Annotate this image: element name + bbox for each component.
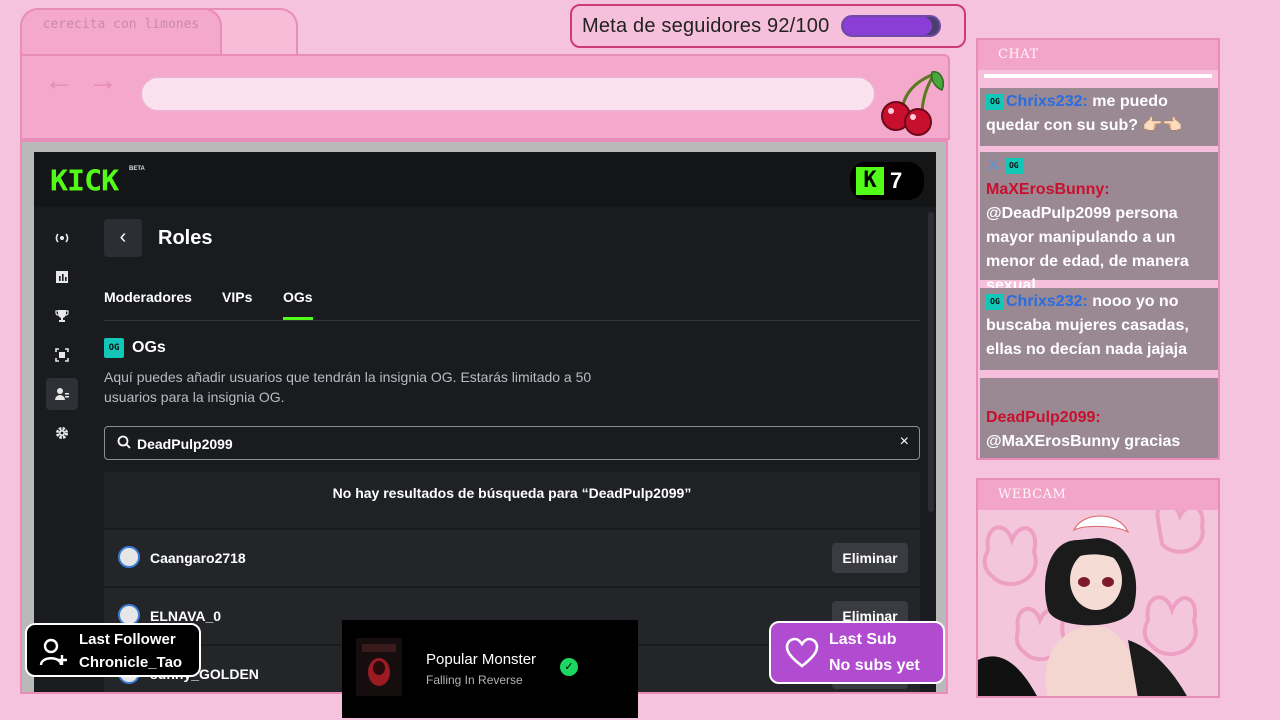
settings-icon[interactable] xyxy=(46,417,78,449)
kick-beta-label: BETA xyxy=(129,166,145,172)
og-badge-icon: OG xyxy=(104,338,124,358)
chat-username: Chrixs232: xyxy=(1006,293,1088,310)
search-input[interactable]: DeadPulp2099 × xyxy=(104,426,920,460)
follower-goal: Meta de seguidores 92/100 xyxy=(570,4,966,48)
search-icon xyxy=(117,435,131,449)
og-badge-icon: OG xyxy=(1004,157,1023,174)
stream-icon[interactable] xyxy=(46,222,78,254)
section-header: OG OGs xyxy=(104,338,166,358)
roles-icon[interactable] xyxy=(46,378,78,410)
url-bar[interactable] xyxy=(140,76,876,112)
chat-username: MaXErosBunny: xyxy=(986,181,1110,198)
search-value: DeadPulp2099 xyxy=(137,436,233,452)
kick-dashboard: KICK BETA K 7 ‹ Roles Moderadores VIPs O… xyxy=(34,152,936,692)
song-artist: Falling In Reverse xyxy=(426,673,523,687)
webcam-panel: WEBCAM xyxy=(976,478,1220,698)
trophy-icon[interactable] xyxy=(46,300,78,332)
roles-tabs: Moderadores VIPs OGs xyxy=(104,289,920,321)
chat-message: OG Chrixs232: me puedo quedar con su sub?… xyxy=(980,88,1218,146)
og-badge-icon: OG xyxy=(986,93,1004,110)
last-sub-widget: Last Sub No subs yet xyxy=(769,621,945,684)
webcam-header: WEBCAM xyxy=(978,480,1218,510)
webcam-feed xyxy=(978,510,1218,696)
browser-toolbar: ← → xyxy=(20,54,950,140)
page-title: Roles xyxy=(158,227,213,249)
cherries-icon xyxy=(881,71,944,136)
chat-divider xyxy=(984,74,1212,78)
remove-button[interactable]: Eliminar xyxy=(832,543,908,573)
no-results-message: No hay resultados de búsqueda para “Dead… xyxy=(104,472,920,528)
forward-arrow-icon[interactable]: → xyxy=(88,66,118,96)
last-follower-name: Chronicle_Tao xyxy=(79,654,183,671)
kick-window: KICK BETA K 7 ‹ Roles Moderadores VIPs O… xyxy=(20,140,948,694)
user-name: Caangaro2718 xyxy=(150,550,246,566)
chat-header: CHAT xyxy=(978,40,1218,70)
last-follower-widget: Last Follower Chronicle_Tao xyxy=(25,623,201,677)
back-arrow-icon[interactable]: ← xyxy=(44,66,74,96)
notification-badge[interactable]: K 7 xyxy=(850,162,924,200)
avatar xyxy=(118,546,140,568)
clear-search-icon[interactable]: × xyxy=(900,433,909,451)
goal-progress-bar xyxy=(841,15,942,37)
section-description: Aquí puedes añadir usuarios que tendrán … xyxy=(104,369,592,405)
now-playing-widget: Popular Monster Falling In Reverse ✓ xyxy=(342,620,638,718)
browser-tab-title: cerecita con limones xyxy=(42,17,200,32)
user-name: ELNAVA_0 xyxy=(150,608,222,624)
last-sub-value: No subs yet xyxy=(829,657,920,674)
browser-tab-active[interactable]: cerecita con limones xyxy=(20,8,222,60)
chat-text: @MaXErosBunny gracias xyxy=(986,433,1181,450)
kick-header: KICK BETA K 7 xyxy=(34,152,936,207)
scrollbar[interactable] xyxy=(928,212,934,512)
notification-count: 7 xyxy=(890,168,903,193)
album-art xyxy=(356,638,402,696)
section-title: OGs xyxy=(132,339,166,356)
analytics-icon[interactable] xyxy=(46,261,78,293)
kick-k-icon: K xyxy=(856,167,884,195)
chat-message: OG Chrixs232: nooo yo no buscaba mujeres … xyxy=(980,288,1218,370)
kick-logo[interactable]: KICK xyxy=(50,165,119,198)
vtuber-avatar-image xyxy=(978,510,1205,696)
chat-username: Chrixs232: xyxy=(1006,93,1088,110)
add-user-icon xyxy=(39,638,67,666)
song-title: Popular Monster xyxy=(426,651,537,668)
tab-moderadores[interactable]: Moderadores xyxy=(104,289,192,317)
last-sub-label: Last Sub xyxy=(829,631,897,648)
tab-vips[interactable]: VIPs xyxy=(222,289,252,317)
goal-label: Meta de seguidores 92/100 xyxy=(582,14,830,37)
user-row: Caangaro2718 Eliminar xyxy=(104,530,920,586)
chat-panel: CHAT OG Chrixs232: me puedo quedar con su… xyxy=(976,38,1220,460)
heart-icon xyxy=(785,637,819,668)
tab-ogs[interactable]: OGs xyxy=(283,289,313,320)
chevron-left-icon: ‹ xyxy=(119,226,127,248)
screen-capture-icon[interactable] xyxy=(46,339,78,371)
chat-text: @DeadPulp2099 persona mayor manipulando … xyxy=(986,205,1189,294)
goal-progress-fill xyxy=(843,17,932,35)
chat-message: ⚔ OG MaXErosBunny: @DeadPulp2099 persona… xyxy=(980,152,1218,294)
sword-icon: ⚔ xyxy=(986,157,1001,174)
chat-message: DeadPulp2099: @MaXErosBunny gracias xyxy=(980,378,1218,458)
check-icon: ✓ xyxy=(560,658,578,676)
chat-username: DeadPulp2099: xyxy=(986,409,1101,426)
og-badge-icon: OG xyxy=(986,293,1004,310)
back-button[interactable]: ‹ xyxy=(104,219,142,257)
last-follower-label: Last Follower xyxy=(79,631,176,648)
